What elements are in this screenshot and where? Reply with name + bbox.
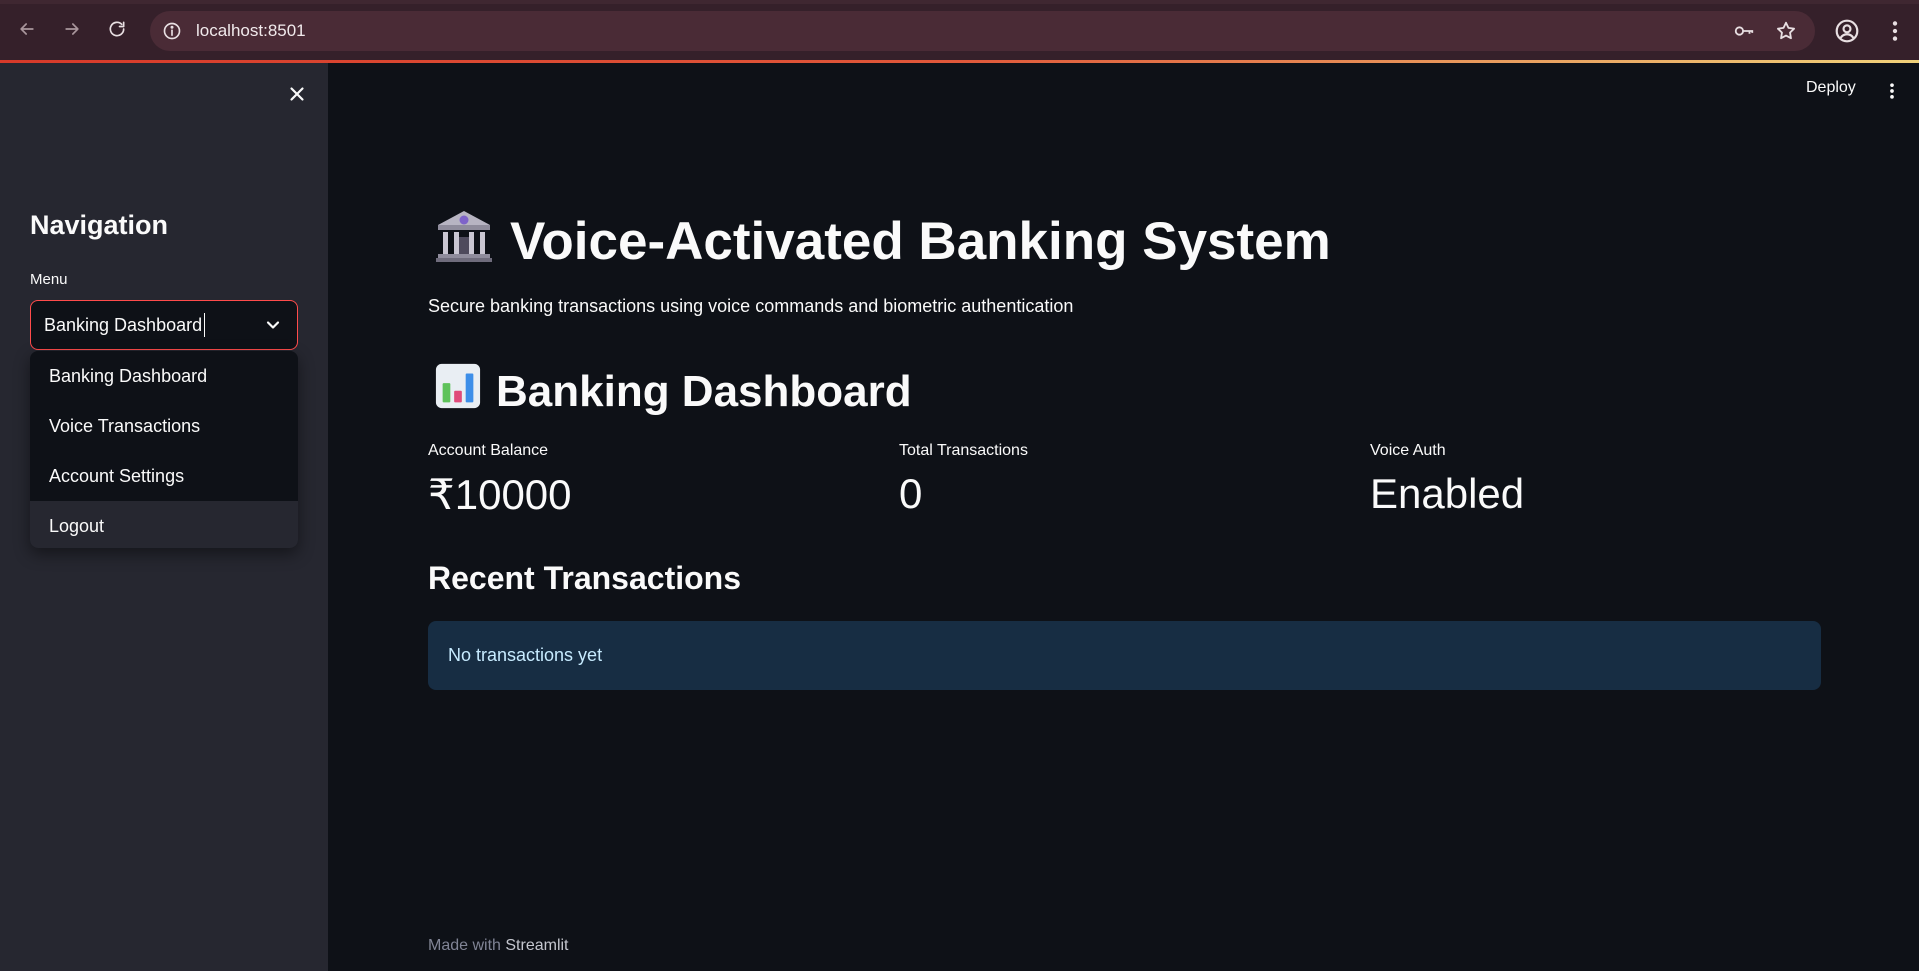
metric-voice-auth: Voice Auth Enabled <box>1370 442 1524 518</box>
sidebar-title: Navigation <box>30 210 169 240</box>
forward-arrow-icon[interactable] <box>58 15 86 43</box>
menu-dropdown: Banking Dashboard Voice Transactions Acc… <box>30 351 298 548</box>
bookmark-star-icon[interactable] <box>1775 20 1797 42</box>
bar-chart-icon <box>434 362 482 421</box>
chevron-down-icon[interactable] <box>263 315 283 335</box>
site-info-icon[interactable] <box>162 21 182 41</box>
menu-select[interactable]: Banking Dashboard <box>30 300 298 350</box>
metric-value: ₹10000 <box>428 471 572 518</box>
app-menu-icon[interactable] <box>1882 80 1902 102</box>
url-text[interactable]: localhost:8501 <box>196 11 306 51</box>
sidebar: Navigation Menu Banking Dashboard Bankin… <box>0 63 328 971</box>
metric-label: Voice Auth <box>1370 442 1446 459</box>
empty-transactions-message: No transactions yet <box>448 645 603 665</box>
page-subtitle: Secure banking transactions using voice … <box>428 296 1074 316</box>
profile-icon[interactable] <box>1834 18 1860 44</box>
close-icon[interactable] <box>284 81 310 107</box>
back-arrow-icon[interactable] <box>13 15 41 43</box>
metric-total-transactions: Total Transactions 0 <box>899 442 1028 518</box>
menu-option-account-settings[interactable]: Account Settings <box>30 451 298 501</box>
browser-menu-icon[interactable] <box>1882 18 1908 44</box>
reload-icon[interactable] <box>103 15 131 43</box>
metric-label: Account Balance <box>428 442 549 459</box>
metric-value: Enabled <box>1370 470 1525 517</box>
page-title-row: Voice-Activated Banking System <box>434 205 1331 278</box>
browser-tabstrip-edge <box>0 0 1919 4</box>
bank-icon <box>434 205 494 278</box>
browser-toolbar: localhost:8501 <box>0 0 1919 63</box>
metric-label: Total Transactions <box>899 442 1028 459</box>
text-cursor <box>204 312 206 337</box>
streamlit-link[interactable]: Streamlit <box>505 937 568 954</box>
deploy-button[interactable]: Deploy <box>1806 79 1856 97</box>
recent-transactions-heading: Recent Transactions <box>428 560 741 596</box>
section-title: Banking Dashboard <box>496 366 912 416</box>
empty-transactions-alert: No transactions yet <box>428 621 1821 690</box>
menu-label: Menu <box>30 271 68 288</box>
address-bar[interactable]: localhost:8501 <box>150 11 1815 51</box>
footer-prefix: Made with <box>428 937 501 954</box>
menu-select-value-wrap[interactable]: Banking Dashboard <box>44 301 206 349</box>
section-title-row: Banking Dashboard <box>434 362 912 421</box>
metric-account-balance: Account Balance ₹10000 <box>428 442 572 519</box>
metric-value: 0 <box>899 470 923 517</box>
menu-option-voice-transactions[interactable]: Voice Transactions <box>30 401 298 451</box>
menu-select-value[interactable]: Banking Dashboard <box>44 315 202 335</box>
password-key-icon[interactable] <box>1733 20 1755 42</box>
menu-option-banking-dashboard[interactable]: Banking Dashboard <box>30 351 298 401</box>
footer: Made with Streamlit <box>428 937 569 955</box>
menu-option-logout[interactable]: Logout <box>30 501 298 548</box>
page-title: Voice-Activated Banking System <box>510 212 1331 271</box>
